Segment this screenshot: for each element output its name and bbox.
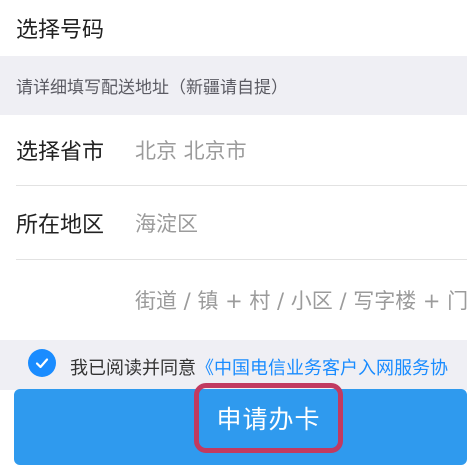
apply-card-button[interactable]: 申请办卡 [194,383,343,453]
street-address-field[interactable]: 街道 / 镇 + 村 / 小区 / 写字楼 + 门 [0,260,467,340]
checkbox-checked-icon[interactable] [28,349,56,377]
address-notice: 请详细填写配送地址（新疆请自提） [0,56,467,115]
checkmark-icon [35,358,49,369]
province-city-value[interactable]: 北京 北京市 [135,135,247,165]
district-row[interactable]: 所在地区 海淀区 [0,186,467,259]
province-city-label: 选择省市 [16,140,105,165]
district-value[interactable]: 海淀区 [135,208,198,238]
agreement-prefix-text: 我已阅读并同意 [70,358,196,379]
service-agreement-link[interactable]: 《中国电信业务客户入网服务协 [196,354,448,380]
province-city-row[interactable]: 选择省市 北京 北京市 [0,115,467,185]
street-address-placeholder: 街道 / 镇 + 村 / 小区 / 写字楼 + 门 [135,289,467,313]
apply-card-label: 申请办卡 [216,405,321,434]
select-number-row[interactable]: 选择号码 [0,0,467,56]
address-notice-text: 请详细填写配送地址（新疆请自提） [16,78,288,98]
district-label: 所在地区 [16,212,105,238]
select-number-label: 选择号码 [16,18,105,43]
